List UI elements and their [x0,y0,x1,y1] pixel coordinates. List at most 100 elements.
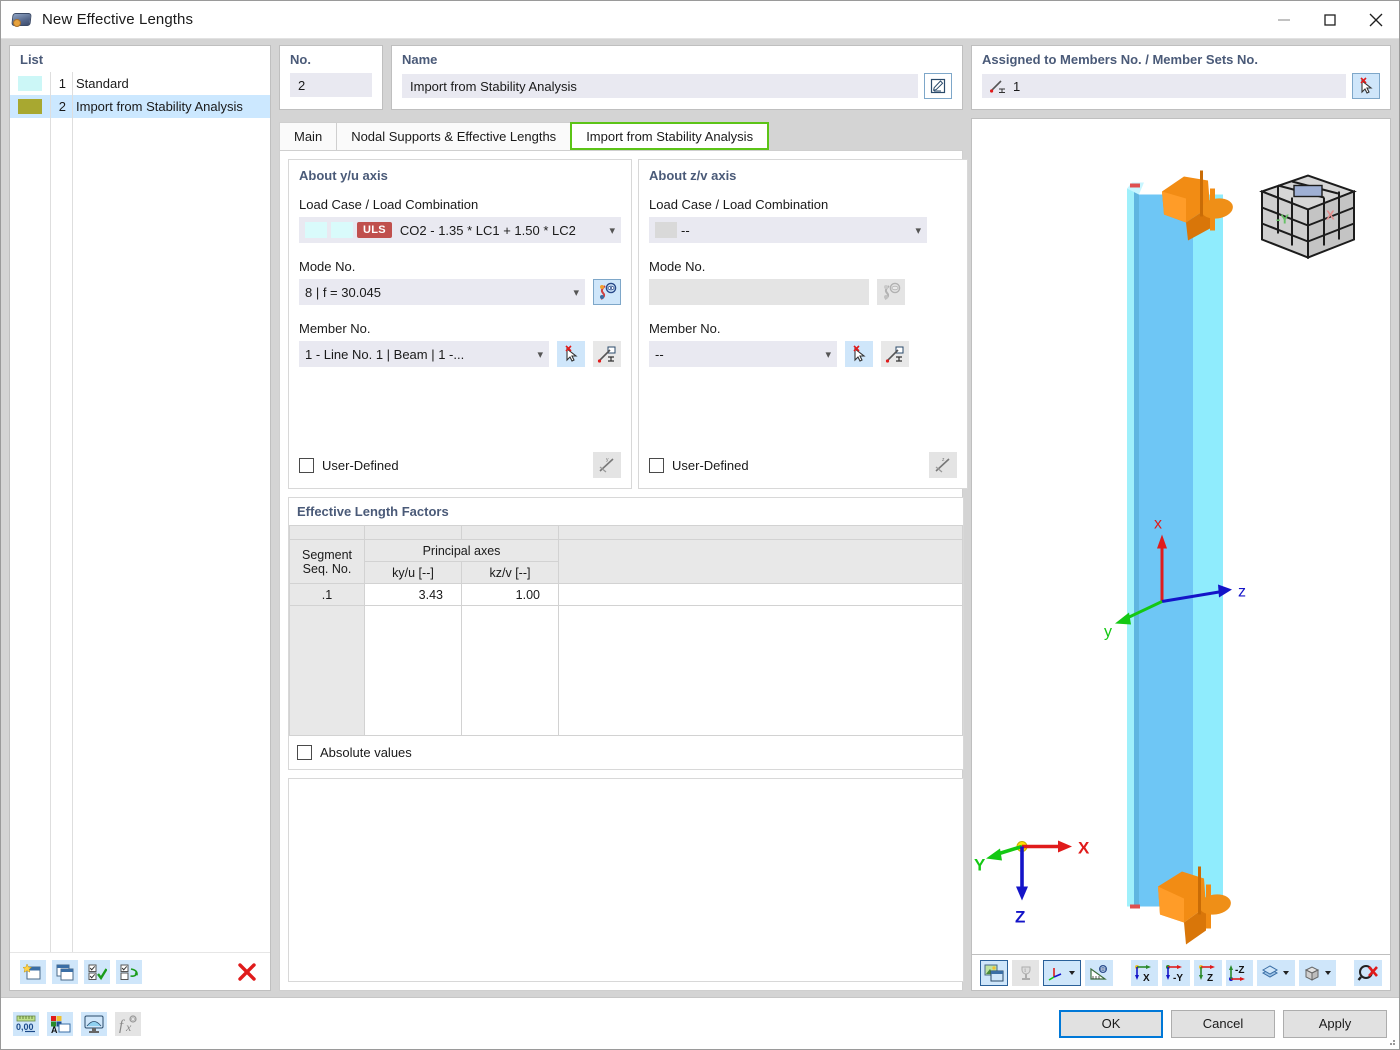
axes-preview-icon[interactable]: y [593,452,621,478]
model-viewport[interactable]: x z y [971,118,1391,955]
apply-button[interactable]: Apply [1283,1010,1387,1038]
copy-item-button[interactable] [52,960,78,984]
svg-text:X: X [1143,973,1150,982]
view-minus-y-button[interactable]: -Y [1162,960,1190,986]
axes-preview-icon[interactable]: z [929,452,957,478]
chevron-down-icon[interactable]: ▾ [567,286,579,299]
name-input[interactable]: Import from Stability Analysis [402,74,918,98]
absolute-values-checkbox[interactable] [297,745,312,760]
member-geometry [1127,183,1223,909]
decimal-places-button[interactable]: 0,00 [13,1012,39,1036]
svg-text:Z: Z [1015,908,1025,927]
table-empty-area [290,606,963,736]
select-all-button[interactable] [84,960,110,984]
cell-kz[interactable]: 1.00 [462,584,559,606]
info-button: i [1012,960,1040,986]
load-case-color-swatch-1 [305,222,327,238]
pane-y-title: About y/u axis [299,168,621,183]
member-detail-icon[interactable] [881,341,909,367]
view-minus-z-button[interactable]: -Z [1226,960,1254,986]
svg-text:Y: Y [974,856,986,875]
header-strip: No. 2 Name Import from Stability Analysi… [279,45,963,110]
pane-about-y-axis: About y/u axis Load Case / Load Combinat… [288,159,632,489]
model-3d-view[interactable]: x z y [972,119,1390,954]
pane-z-mode-input[interactable] [649,279,869,305]
pick-cursor-icon[interactable] [1352,73,1380,99]
pane-z-mode-label: Mode No. [649,259,957,274]
edit-pencil-icon[interactable] [924,73,952,99]
pane-z-load-case-label: Load Case / Load Combination [649,197,957,212]
list-item[interactable]: 2 Import from Stability Analysis [10,95,270,118]
pick-cursor-icon[interactable] [845,341,873,367]
chevron-down-icon[interactable]: ▾ [603,224,615,237]
svg-text:Z: Z [1207,973,1213,982]
list-rows: 1 Standard 2 Import from Stability Analy… [10,72,270,952]
mode-shape-view-icon[interactable] [593,279,621,305]
tab-import-stability[interactable]: Import from Stability Analysis [570,122,769,150]
no-label: No. [290,52,372,67]
pane-y-load-case-select[interactable]: ULS CO2 - 1.35 * LC1 + 1.50 * LC2 ▾ [299,217,621,243]
nav-cube-label-left: -Y [1276,212,1289,227]
comment-area[interactable] [288,778,964,982]
display-settings-button[interactable] [81,1012,107,1036]
svg-text:A: A [51,1025,58,1034]
list-panel-title: List [10,46,270,72]
chevron-down-icon[interactable]: ▾ [909,224,921,237]
list-item[interactable]: 1 Standard [10,72,270,95]
view-z-button[interactable]: Z [1194,960,1222,986]
pick-cursor-icon[interactable] [557,341,585,367]
render-mode-button[interactable] [980,960,1008,986]
pane-y-mode-label: Mode No. [299,259,621,274]
pane-y-mode-select[interactable]: 8 | f = 30.045 ▾ [299,279,585,305]
column-header-ky: ky/u [--] [365,562,462,584]
axes-display-button[interactable] [1043,960,1081,986]
table-row[interactable]: .1 3.43 1.00 [290,584,963,606]
pane-z-user-defined-checkbox[interactable] [649,458,664,473]
dialog-window: New Effective Lengths List 1 Standard [0,0,1400,1050]
chevron-down-icon[interactable]: ▾ [819,348,831,361]
delete-item-button[interactable] [234,960,260,984]
table-spacer-row [290,526,963,540]
svg-text:f: f [119,1018,125,1034]
tab-main[interactable]: Main [279,122,337,150]
effective-length-factors-title: Effective Length Factors [289,498,963,525]
box-view-button[interactable] [1299,960,1337,986]
assigned-members-input[interactable]: 1 [982,74,1346,98]
view-x-button[interactable]: X [1131,960,1159,986]
list-panel: List 1 Standard 2 Import from Stability … [9,45,271,991]
layers-button[interactable] [1257,960,1295,986]
pane-y-load-case-label: Load Case / Load Combination [299,197,621,212]
svg-text:-Y: -Y [1173,973,1183,982]
ok-button[interactable]: OK [1059,1010,1163,1038]
pane-z-member-select[interactable]: -- ▾ [649,341,837,367]
chevron-down-icon[interactable]: ▾ [531,348,543,361]
resize-grip[interactable] [1385,1035,1397,1047]
pane-z-title: About z/v axis [649,168,957,183]
tab-nodal-supports[interactable]: Nodal Supports & Effective Lengths [336,122,571,150]
axis-panes-row: About y/u axis Load Case / Load Combinat… [288,159,954,489]
maximize-button[interactable] [1307,1,1353,39]
pane-z-load-case-select[interactable]: -- ▾ [649,217,927,243]
cancel-button[interactable]: Cancel [1171,1010,1275,1038]
member-detail-icon[interactable] [593,341,621,367]
new-item-button[interactable] [20,960,46,984]
pane-y-member-select[interactable]: 1 - Line No. 1 | Beam | 1 -... ▾ [299,341,549,367]
no-input[interactable]: 2 [290,73,372,97]
pane-y-member-label: Member No. [299,321,621,336]
close-button[interactable] [1353,1,1399,39]
invert-selection-button[interactable] [116,960,142,984]
minimize-button[interactable] [1261,1,1307,39]
pane-z-member-value: -- [655,347,664,362]
svg-text:X: X [1078,839,1090,858]
measure-button[interactable] [1085,960,1113,986]
clear-selection-button[interactable] [1354,960,1382,986]
pane-y-mode-value: 8 | f = 30.045 [305,285,381,300]
absolute-values-row: Absolute values [289,736,963,769]
svg-text:x: x [125,1020,132,1034]
global-axes-indicator: X Y Z [974,839,1090,927]
tab-panel-import-stability: About y/u axis Load Case / Load Combinat… [279,150,963,991]
svg-text:x: x [1154,516,1162,533]
cell-ky[interactable]: 3.43 [365,584,462,606]
units-button[interactable]: A [47,1012,73,1036]
pane-y-user-defined-checkbox[interactable] [299,458,314,473]
